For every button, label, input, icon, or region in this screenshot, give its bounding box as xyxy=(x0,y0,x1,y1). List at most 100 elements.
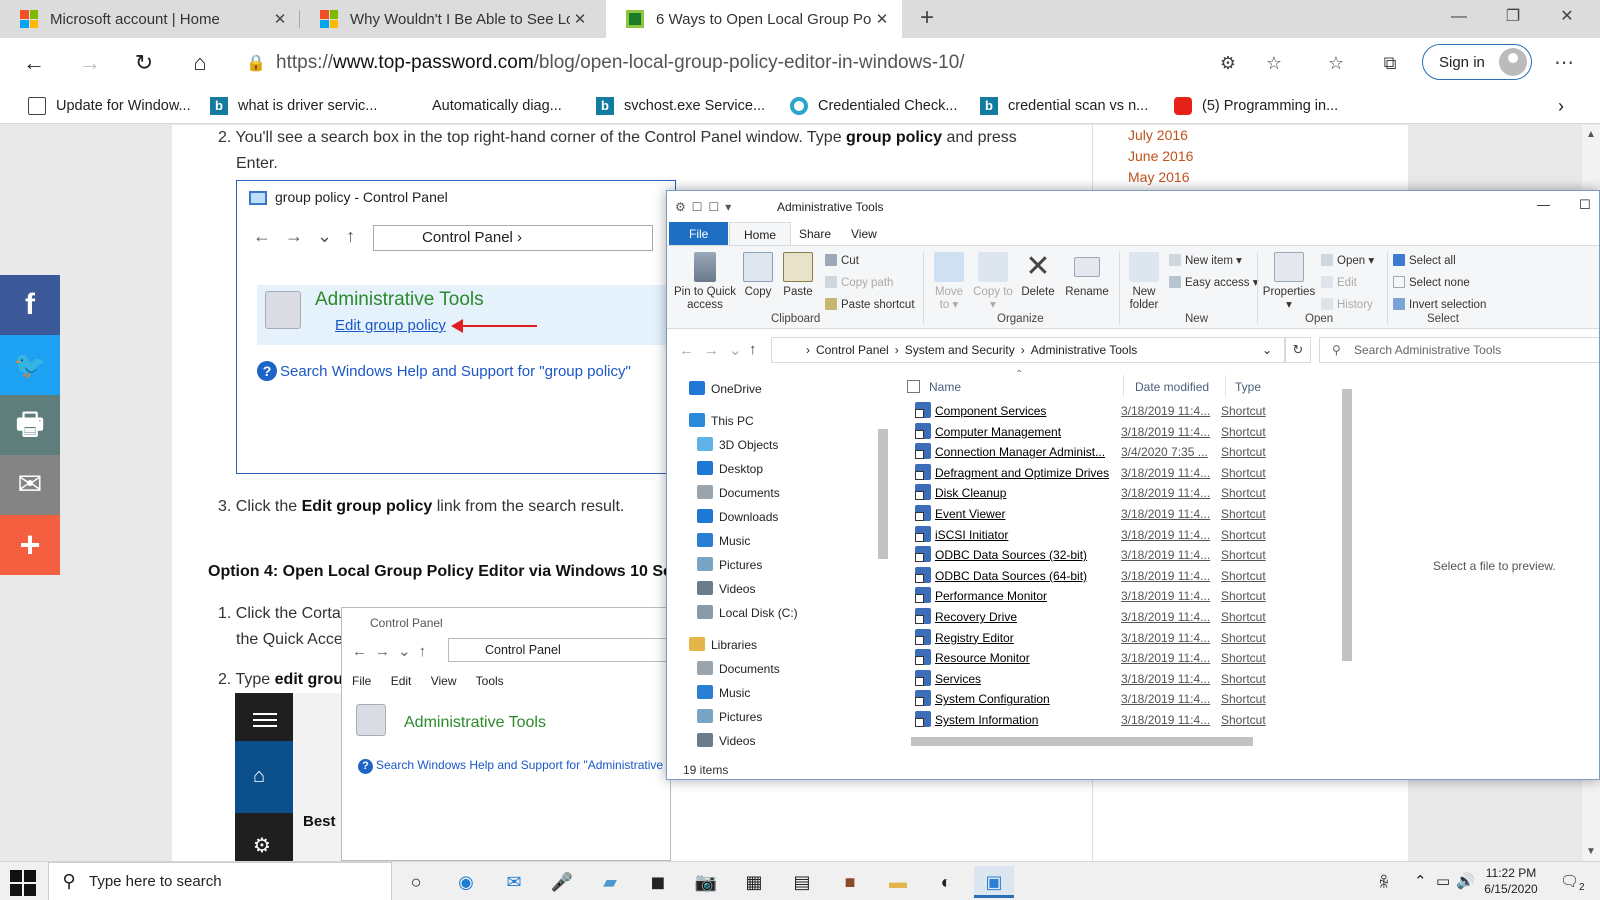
table-row[interactable]: Services 3/18/2019 11:4... Shortcut xyxy=(915,669,1266,689)
nav-item[interactable]: Music xyxy=(697,531,750,551)
table-row[interactable]: Component Services 3/18/2019 11:4... Short… xyxy=(915,401,1266,421)
table-row[interactable]: Performance Monitor 3/18/2019 11:4... Shor… xyxy=(915,586,1266,606)
people-icon[interactable]: ꆜ xyxy=(1378,872,1390,892)
column-date[interactable]: Date modified xyxy=(1135,377,1209,397)
file-list-hscrollbar[interactable] xyxy=(895,733,1339,749)
restore-button[interactable]: ❐ xyxy=(1490,2,1536,32)
nav-item[interactable]: Videos xyxy=(697,579,755,599)
chevron-right-icon[interactable]: › xyxy=(1558,94,1564,118)
windows-start-icon[interactable] xyxy=(10,870,36,896)
nav-item[interactable]: Downloads xyxy=(697,507,778,527)
table-row[interactable]: ODBC Data Sources (64-bit) 3/18/2019 11:4… xyxy=(915,566,1266,586)
favorite-item[interactable]: b what is driver servic... xyxy=(210,94,377,118)
rename-button[interactable]: Rename xyxy=(1063,252,1111,299)
quick-access-toolbar-icon[interactable]: ⚙☐☐▾ xyxy=(675,200,737,214)
copy-button[interactable]: Copy xyxy=(741,252,775,299)
table-row[interactable]: iSCSI Initiator 3/18/2019 11:4... Shortcut xyxy=(915,525,1266,545)
new-tab-button[interactable]: + xyxy=(912,4,942,34)
favorite-item[interactable]: Automatically diag... xyxy=(404,94,562,118)
paste-button[interactable]: Paste xyxy=(779,252,817,299)
table-row[interactable]: Computer Management 3/18/2019 11:4... Shor… xyxy=(915,422,1266,442)
easy-access-button[interactable]: Easy access ▾ xyxy=(1169,276,1259,290)
nav-item[interactable]: Documents xyxy=(697,659,780,679)
up-icon[interactable]: ↑ xyxy=(749,341,757,358)
open-button[interactable]: Open ▾ xyxy=(1321,254,1374,268)
nav-item[interactable]: Documents xyxy=(697,483,780,503)
file-list-scrollbar[interactable] xyxy=(1339,373,1355,733)
app-icon[interactable]: ▦ xyxy=(734,866,774,898)
favorite-item[interactable]: Update for Window... xyxy=(28,94,191,118)
back-icon[interactable]: ← xyxy=(18,48,50,78)
nav-scrollbar[interactable] xyxy=(875,373,891,745)
tab-home[interactable]: Home xyxy=(729,222,792,246)
invert-selection-button[interactable]: Invert selection xyxy=(1393,298,1486,312)
cortana-icon[interactable]: ○ xyxy=(396,866,436,898)
explorer-address-bar[interactable]: › Control Panel › System and Security › Admin… xyxy=(771,337,1285,363)
table-row[interactable]: Recovery Drive 3/18/2019 11:4... Shortcut xyxy=(915,607,1266,627)
sign-in-button[interactable]: Sign in xyxy=(1422,44,1532,80)
tab-why-wouldnt[interactable]: Why Wouldn't I Be Able to See Lo ✕ xyxy=(300,0,600,38)
nav-item[interactable]: Videos xyxy=(697,731,755,751)
favorite-item[interactable]: (5) Programming in... xyxy=(1174,94,1338,118)
close-tab-icon[interactable]: ✕ xyxy=(270,10,290,28)
edge-icon[interactable]: ◉ xyxy=(446,866,486,898)
nav-item[interactable]: Pictures xyxy=(697,707,762,727)
move-to-button[interactable]: Move to ▾ xyxy=(929,252,969,312)
close-tab-icon[interactable]: ✕ xyxy=(872,10,892,28)
properties-button[interactable]: Properties ▾ xyxy=(1261,252,1317,312)
favorite-item[interactable]: b credential scan vs n... xyxy=(980,94,1148,118)
control-panel-taskbar-icon[interactable]: ▣ xyxy=(974,866,1014,898)
forward-icon[interactable]: → xyxy=(74,48,106,78)
archive-link[interactable]: June 2016 xyxy=(1128,146,1408,167)
column-name[interactable]: Name xyxy=(929,377,961,397)
nav-item[interactable]: This PC xyxy=(689,411,754,431)
more-share-icon[interactable]: + xyxy=(0,515,60,575)
table-row[interactable]: Registry Editor 3/18/2019 11:4... Shortcut xyxy=(915,628,1266,648)
history-button[interactable]: History xyxy=(1321,298,1373,312)
notifications-icon[interactable]: 🗨2 xyxy=(1560,872,1585,893)
home-icon[interactable]: ⌂ xyxy=(184,48,216,78)
twitter-icon[interactable]: 🐦 xyxy=(0,335,60,395)
address-bar[interactable]: 🔒 https://www.top-password.com/blog/open… xyxy=(236,44,1296,82)
new-folder-button[interactable]: New folder xyxy=(1123,252,1165,312)
app-icon[interactable]: ▤ xyxy=(782,866,822,898)
refresh-icon[interactable]: ↻ xyxy=(1285,337,1311,363)
pin-quick-access-button[interactable]: Pin to Quick access xyxy=(673,252,737,312)
table-row[interactable]: Connection Manager Administ... 3/4/2020 7… xyxy=(915,442,1266,462)
tracking-prevention-icon[interactable]: ⚙ xyxy=(1212,48,1244,78)
app-icon[interactable]: ■ xyxy=(830,866,870,898)
camera-icon[interactable]: 📷 xyxy=(686,866,726,898)
app-icon[interactable]: 🎤 xyxy=(542,866,582,898)
path-segment[interactable]: Administrative Tools xyxy=(1031,343,1138,357)
table-row[interactable]: Disk Cleanup 3/18/2019 11:4... Shortcut xyxy=(915,483,1266,503)
volume-icon[interactable]: 🔊 xyxy=(1456,872,1475,890)
nav-item[interactable]: Pictures xyxy=(697,555,762,575)
table-row[interactable]: ODBC Data Sources (32-bit) 3/18/2019 11:4… xyxy=(915,545,1266,565)
edit-button[interactable]: Edit xyxy=(1321,276,1357,290)
tab-file[interactable]: File xyxy=(669,222,729,246)
minimize-button[interactable]: — xyxy=(1537,197,1550,212)
table-row[interactable]: Defragment and Optimize Drives 3/18/2019 … xyxy=(915,463,1266,483)
print-icon[interactable]: 🖶 xyxy=(0,395,60,455)
new-item-button[interactable]: New item ▾ xyxy=(1169,254,1242,268)
favorite-item[interactable]: b svchost.exe Service... xyxy=(596,94,765,118)
archive-link[interactable]: July 2016 xyxy=(1128,125,1408,146)
cut-button[interactable]: Cut xyxy=(825,254,859,268)
tab-view[interactable]: View xyxy=(837,222,891,246)
tab-group-policy[interactable]: 6 Ways to Open Local Group Pol ✕ xyxy=(606,0,902,38)
chevron-up-icon[interactable]: ⌃ xyxy=(1414,872,1427,890)
facebook-icon[interactable]: f xyxy=(0,275,60,335)
close-tab-icon[interactable]: ✕ xyxy=(570,10,590,28)
path-segment[interactable]: System and Security xyxy=(905,343,1015,357)
archive-link[interactable]: May 2016 xyxy=(1128,167,1408,188)
nav-item[interactable]: Music xyxy=(697,683,750,703)
nav-item[interactable]: Local Disk (C:) xyxy=(697,603,798,623)
email-icon[interactable]: ✉ xyxy=(0,455,60,515)
refresh-icon[interactable]: ↻ xyxy=(128,48,160,78)
nav-item[interactable]: Desktop xyxy=(697,459,763,479)
copy-to-button[interactable]: Copy to ▾ xyxy=(973,252,1013,312)
close-window-button[interactable]: ✕ xyxy=(1544,2,1590,32)
copy-path-button[interactable]: Copy path xyxy=(825,276,893,290)
nav-item[interactable]: Libraries xyxy=(689,635,757,655)
favorite-item[interactable]: Credentialed Check... xyxy=(790,94,957,118)
